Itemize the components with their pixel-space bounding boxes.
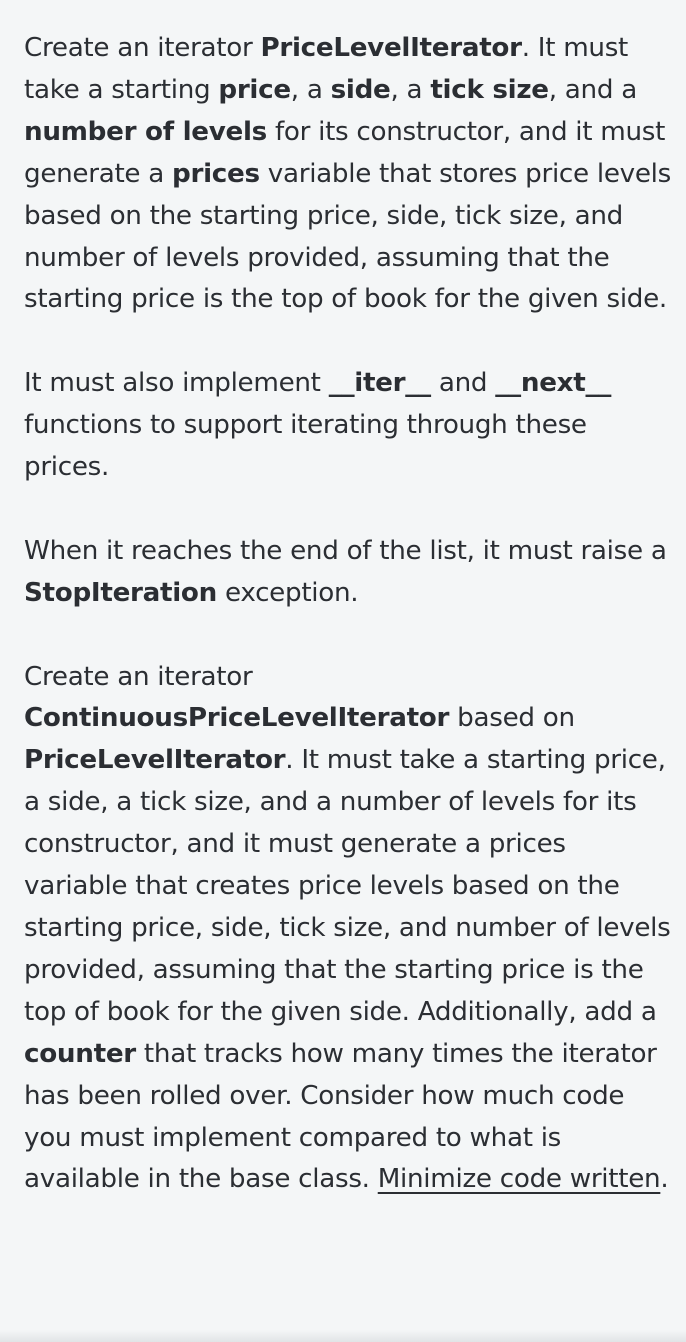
paragraph-continuous-iterator: Create an iterator ContinuousPriceLevelI… — [24, 657, 674, 1202]
text: exception. — [216, 577, 359, 608]
text: and — [430, 368, 496, 399]
text: , a — [290, 74, 331, 105]
text: , and a — [548, 74, 638, 105]
stop-iteration-bold: StopIteration — [24, 577, 217, 608]
iter-method-bold: __iter__ — [328, 368, 431, 399]
next-method-bold: __next__ — [495, 368, 612, 399]
param-levels-bold: number of levels — [24, 116, 267, 147]
text: functions to support iterating through t… — [24, 410, 587, 483]
class-name-bold: PriceLevelIterator — [260, 33, 522, 63]
param-side-bold: side — [330, 74, 391, 105]
base-class-name-bold: PriceLevelIterator — [24, 745, 286, 776]
text: When it reaches the end of the list, it … — [24, 535, 667, 566]
continuous-class-name-bold: ContinuousPriceLevelIterator — [24, 703, 450, 734]
param-price-bold: price — [218, 74, 291, 105]
counter-bold: counter — [24, 1038, 136, 1069]
text: based on — [449, 703, 575, 734]
instructions-text: Create an iterator PriceLevelIterator. I… — [24, 28, 674, 1201]
text: It must also implement — [24, 368, 329, 399]
text: Create an iterator — [24, 661, 253, 692]
text: Create an iterator — [24, 33, 261, 63]
variable-prices-bold: prices — [172, 158, 260, 189]
param-tick-size-bold: tick size — [430, 74, 549, 105]
text: . It must take a starting price, a side,… — [24, 745, 671, 1027]
text: . — [660, 1164, 669, 1195]
paragraph-stop-iteration: When it reaches the end of the list, it … — [24, 531, 674, 615]
paragraph-iter-next: It must also implement __iter__ and __ne… — [24, 363, 674, 489]
paragraph-price-level-iterator: Create an iterator PriceLevelIterator. I… — [24, 28, 674, 321]
bottom-fade — [0, 1330, 686, 1342]
minimize-code-underlined: Minimize code written — [377, 1164, 661, 1195]
text: , a — [390, 74, 431, 105]
